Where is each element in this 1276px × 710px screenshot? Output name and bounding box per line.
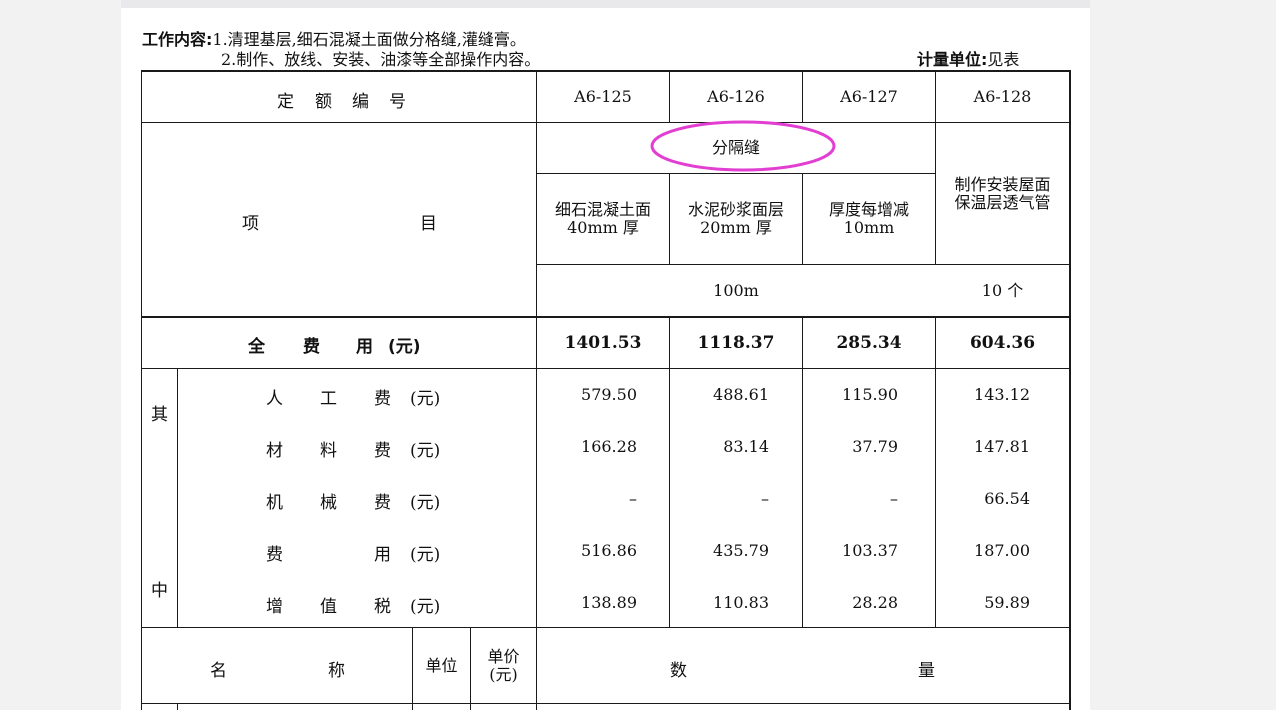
row-material-v3: 37.79 bbox=[852, 437, 898, 456]
pipe-item-line1: 制作安装屋面 bbox=[954, 174, 1051, 194]
sub-item-cement-mortar-thickness: 20mm 厚 bbox=[700, 218, 772, 237]
row-vat-v3: 28.28 bbox=[852, 593, 898, 612]
total-a6-125: 1401.53 bbox=[564, 333, 642, 353]
row-fee-unit: (元) bbox=[410, 545, 441, 565]
sub-item-cement-mortar-title: 水泥砂浆面层 bbox=[687, 200, 784, 219]
row-fee-char3: 用 bbox=[374, 545, 391, 565]
row-machine-char2: 械 bbox=[320, 493, 337, 513]
row-material-v1: 166.28 bbox=[581, 437, 637, 456]
sub-item-fine-concrete: 细石混凝土面 40mm 厚 bbox=[537, 174, 669, 264]
row-labor-char3: 费 bbox=[374, 389, 391, 409]
row-machine-char3: 费 bbox=[374, 493, 391, 513]
bottom-price-line2: (元) bbox=[489, 664, 518, 684]
unit-10-pieces: 10 个 bbox=[981, 280, 1024, 300]
row-machine-v3: – bbox=[890, 489, 898, 508]
row-labor-unit: (元) bbox=[410, 389, 441, 409]
side-label-zhong: 中 bbox=[151, 581, 168, 601]
row-material-char3: 费 bbox=[374, 441, 391, 461]
row-fee-v4: 187.00 bbox=[974, 541, 1030, 560]
pipe-item-line2: 保温层透气管 bbox=[954, 192, 1051, 212]
row-material-char1: 材 bbox=[266, 441, 283, 461]
row-labor-v2: 488.61 bbox=[713, 385, 769, 404]
item-label-right: 目 bbox=[420, 214, 437, 234]
row-labor-v1: 579.50 bbox=[581, 385, 637, 404]
row-vat-char3: 税 bbox=[374, 597, 391, 617]
work-content-line1: 工作内容:1.清理基层,细石混凝土面做分格缝,灌缝膏。 bbox=[142, 31, 526, 49]
row-vat-v4: 59.89 bbox=[984, 593, 1030, 612]
measure-unit-label: 计量单位: bbox=[917, 50, 988, 69]
row-labor-v4: 143.12 bbox=[974, 385, 1030, 404]
row-vat-v2: 110.83 bbox=[713, 593, 769, 612]
work-content-label: 工作内容: bbox=[142, 30, 213, 49]
row-labor-v3: 115.90 bbox=[842, 385, 898, 404]
bottom-price-line1: 单价 bbox=[487, 646, 520, 666]
total-label-2: 费 bbox=[303, 337, 320, 357]
row-fee-v1: 516.86 bbox=[581, 541, 637, 560]
row-vat-v1: 138.89 bbox=[581, 593, 637, 612]
bottom-price-header: 单价 (元) bbox=[471, 628, 536, 703]
measure-unit: 计量单位:见表 bbox=[917, 51, 1019, 69]
side-label-qi: 其 bbox=[151, 405, 168, 425]
code-label-1: 定 bbox=[277, 92, 294, 112]
row-machine-unit: (元) bbox=[410, 493, 441, 513]
measure-unit-value: 见表 bbox=[987, 50, 1020, 69]
code-label-3: 编 bbox=[352, 92, 369, 112]
pipe-item: 制作安装屋面 保温层透气管 bbox=[936, 123, 1069, 264]
row-material-v2: 83.14 bbox=[723, 437, 769, 456]
row-vat-char2: 值 bbox=[320, 597, 337, 617]
bottom-name-char1: 名 bbox=[210, 661, 227, 681]
total-label-4: (元) bbox=[388, 337, 421, 357]
total-a6-126: 1118.37 bbox=[697, 333, 775, 353]
code-label-2: 额 bbox=[315, 92, 332, 112]
sub-item-fine-concrete-thickness: 40mm 厚 bbox=[567, 218, 639, 237]
highlight-ellipse bbox=[650, 120, 836, 172]
page-top-band bbox=[121, 0, 1090, 8]
code-a6-128: A6-128 bbox=[973, 87, 1032, 106]
document-page: 工作内容:1.清理基层,细石混凝土面做分格缝,灌缝膏。 2.制作、放线、安装、油… bbox=[121, 0, 1090, 710]
row-machine-v4: 66.54 bbox=[984, 489, 1030, 508]
total-a6-127: 285.34 bbox=[836, 333, 902, 353]
work-content-item1: 1.清理基层,细石混凝土面做分格缝,灌缝膏。 bbox=[212, 30, 526, 49]
row-fee-v2: 435.79 bbox=[713, 541, 769, 560]
sub-item-thickness-change: 厚度每增减 10mm bbox=[803, 174, 935, 264]
row-labor-char2: 工 bbox=[320, 389, 337, 409]
row-vat-char1: 增 bbox=[266, 597, 283, 617]
bottom-qty-char2: 量 bbox=[918, 661, 935, 681]
row-fee-char1: 费 bbox=[266, 545, 283, 565]
bottom-unit-header: 单位 bbox=[425, 655, 458, 675]
sub-item-thickness-change-title: 厚度每增减 bbox=[828, 200, 909, 219]
row-machine-char1: 机 bbox=[266, 493, 283, 513]
row-fee-v3: 103.37 bbox=[842, 541, 898, 560]
row-material-unit: (元) bbox=[410, 441, 441, 461]
sub-item-fine-concrete-title: 细石混凝土面 bbox=[554, 200, 651, 219]
total-a6-128: 604.36 bbox=[969, 333, 1036, 353]
work-content-item2: 2.制作、放线、安装、油漆等全部操作内容。 bbox=[221, 50, 541, 69]
total-label-1: 全 bbox=[248, 337, 265, 357]
row-labor-char1: 人 bbox=[266, 389, 283, 409]
code-label-4: 号 bbox=[389, 92, 406, 112]
unit-100m: 100m bbox=[713, 280, 759, 300]
sub-item-thickness-change-value: 10mm bbox=[843, 218, 895, 237]
total-label-3: 用 bbox=[356, 337, 373, 357]
row-vat-unit: (元) bbox=[410, 597, 441, 617]
row-machine-v1: – bbox=[629, 489, 637, 508]
item-label-left: 项 bbox=[242, 214, 259, 234]
row-material-v4: 147.81 bbox=[974, 437, 1030, 456]
row-material-char2: 料 bbox=[320, 441, 337, 461]
bottom-qty-char1: 数 bbox=[670, 661, 687, 681]
sub-item-cement-mortar: 水泥砂浆面层 20mm 厚 bbox=[670, 174, 802, 264]
bottom-name-char2: 称 bbox=[328, 661, 345, 681]
row-machine-v2: – bbox=[761, 489, 769, 508]
